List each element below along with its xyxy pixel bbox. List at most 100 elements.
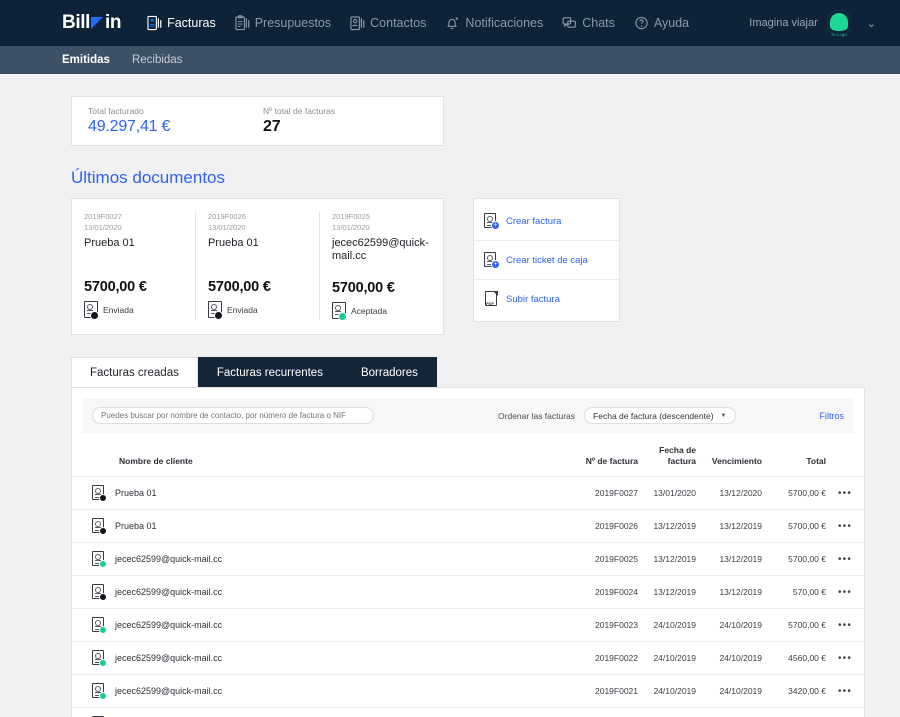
action-subir-factura[interactable]: PDF Subir factura <box>474 280 619 318</box>
filters-button[interactable]: Filtros <box>820 411 845 421</box>
subnav-item-recibidas[interactable]: Recibidas <box>132 54 183 66</box>
row-menu-button[interactable]: ••• <box>826 675 864 708</box>
document-status: Enviada <box>84 301 183 319</box>
cell-total: 3420,00 € <box>762 675 826 708</box>
row-menu-button[interactable]: ••• <box>826 642 864 675</box>
subnav-item-emitidas[interactable]: Emitidas <box>62 54 110 66</box>
avatar-drop-shape <box>827 10 851 34</box>
action-crear-ticket-de-caja[interactable]: + Crear ticket de caja <box>474 241 619 280</box>
chevron-down-icon[interactable]: ⌄ <box>867 17 876 30</box>
cell-total: 5700,00 € <box>762 543 826 576</box>
contacts-icon <box>350 15 365 31</box>
table-row[interactable]: Prueba 012019F002713/01/202013/12/202057… <box>72 477 864 510</box>
upload-pdf-icon: PDF <box>484 291 499 307</box>
client-name: jecec62599@quick-mail.cc <box>115 653 222 663</box>
nav-label-contactos: Contactos <box>370 16 426 30</box>
help-icon <box>634 15 649 31</box>
tab-borradores[interactable]: Borradores <box>342 357 437 387</box>
row-menu-button[interactable]: ••• <box>826 609 864 642</box>
nav-item-ayuda[interactable]: Ayuda <box>634 15 689 31</box>
cell-invoice-date: 24/10/2019 <box>638 675 696 708</box>
document-card[interactable]: 2019F0027 13/01/2020 Prueba 01 5700,00 €… <box>72 211 196 320</box>
quick-actions-panel: + Crear factura + Crear ticket de caja P… <box>473 198 620 322</box>
document-date: 13/01/2020 <box>84 222 183 233</box>
row-menu-button[interactable]: ••• <box>826 708 864 717</box>
cell-invoice-number: 2019F0022 <box>580 642 638 675</box>
logo-arrow-icon <box>91 16 104 30</box>
client-name: jecec62599@quick-mail.cc <box>115 587 222 597</box>
document-date: 13/01/2020 <box>208 222 307 233</box>
sort-select[interactable]: Fecha de factura (descendente) ▼ <box>584 407 735 424</box>
action-crear-factura[interactable]: + Crear factura <box>474 202 619 241</box>
table-row[interactable]: jecec62599@quick-mail.cc2019F002024/10/2… <box>72 708 864 717</box>
table-row[interactable]: jecec62599@quick-mail.cc2019F002513/12/2… <box>72 543 864 576</box>
action-label-subir-factura: Subir factura <box>506 294 560 305</box>
section-title-ultimos-documentos: Últimos documentos <box>71 168 900 188</box>
bell-icon <box>445 15 460 31</box>
cell-total: 5700,00 € <box>762 477 826 510</box>
nav-item-contactos[interactable]: Contactos <box>350 15 426 31</box>
cell-total: 570,00 € <box>762 576 826 609</box>
tab-facturas-recurrentes[interactable]: Facturas recurrentes <box>198 357 342 387</box>
nav-item-presupuestos[interactable]: Presupuestos <box>235 15 331 31</box>
table-row[interactable]: jecec62599@quick-mail.cc2019F002413/12/2… <box>72 576 864 609</box>
sub-navigation-bar: Emitidas Recibidas <box>0 46 900 74</box>
col-vencimiento: Vencimiento <box>696 433 762 477</box>
cell-due-date: 24/10/2019 <box>696 609 762 642</box>
primary-nav-items: Facturas Presupuestos Contactos <box>147 15 689 31</box>
status-document-icon <box>332 302 346 320</box>
nav-item-chats[interactable]: Chats <box>562 15 615 31</box>
invoice-table-panel: Ordenar las facturas Fecha de factura (d… <box>71 387 865 717</box>
nav-item-facturas[interactable]: Facturas <box>147 15 216 31</box>
cell-due-date: 13/12/2019 <box>696 510 762 543</box>
document-status: Aceptada <box>332 302 431 320</box>
document-card[interactable]: 2019F0025 13/01/2020 jecec62599@quick-ma… <box>320 211 443 320</box>
cell-invoice-date: 13/12/2019 <box>638 510 696 543</box>
cell-client: Prueba 01 <box>72 510 580 543</box>
sort-select-value: Fecha de factura (descendente) <box>593 411 714 421</box>
status-document-icon <box>92 650 106 666</box>
stat-value-total-facturado: 49.297,41 € <box>88 118 263 136</box>
nav-item-notificaciones[interactable]: Notificaciones <box>445 15 543 31</box>
create-receipt-icon: + <box>484 252 499 268</box>
create-invoice-icon: + <box>484 213 499 229</box>
cell-due-date: 24/10/2019 <box>696 675 762 708</box>
status-document-icon <box>92 485 106 501</box>
stat-label-numero-facturas: Nº total de facturas <box>263 106 438 116</box>
tab-facturas-creadas[interactable]: Facturas creadas <box>71 357 198 387</box>
status-document-icon <box>84 301 98 319</box>
stat-total-facturado: Total facturado 49.297,41 € <box>88 106 263 136</box>
cell-due-date: 24/10/2019 <box>696 708 762 717</box>
status-document-icon <box>92 683 106 699</box>
logo-text-left: Bill <box>62 12 90 34</box>
table-row[interactable]: jecec62599@quick-mail.cc2019F002224/10/2… <box>72 642 864 675</box>
row-menu-button[interactable]: ••• <box>826 576 864 609</box>
invoice-icon <box>147 15 162 31</box>
table-row[interactable]: jecec62599@quick-mail.cc2019F002324/10/2… <box>72 609 864 642</box>
row-menu-button[interactable]: ••• <box>826 510 864 543</box>
avatar-logo-text: Tu Logo <box>827 32 851 37</box>
avatar[interactable]: Tu Logo <box>827 10 851 36</box>
row-menu-button[interactable]: ••• <box>826 477 864 510</box>
row-menu-button[interactable]: ••• <box>826 543 864 576</box>
status-document-icon <box>92 551 106 567</box>
document-card[interactable]: 2019F0026 13/01/2020 Prueba 01 5700,00 €… <box>196 211 320 320</box>
cell-invoice-number: 2019F0020 <box>580 708 638 717</box>
cell-client: jecec62599@quick-mail.cc <box>72 609 580 642</box>
cell-invoice-number: 2019F0021 <box>580 675 638 708</box>
col-nombre-de-cliente: Nombre de cliente <box>72 433 580 477</box>
status-document-icon <box>208 301 222 319</box>
status-document-icon <box>92 518 106 534</box>
table-row[interactable]: Prueba 012019F002613/12/201913/12/201957… <box>72 510 864 543</box>
client-name: Prueba 01 <box>115 521 157 531</box>
table-row[interactable]: jecec62599@quick-mail.cc2019F002124/10/2… <box>72 675 864 708</box>
cell-client: jecec62599@quick-mail.cc <box>72 576 580 609</box>
client-name: Prueba 01 <box>115 488 157 498</box>
document-status-label: Enviada <box>103 305 134 315</box>
document-number: 2019F0027 <box>84 211 183 222</box>
status-document-icon <box>92 617 106 633</box>
search-input[interactable] <box>92 407 374 424</box>
stat-numero-facturas: Nº total de facturas 27 <box>263 106 438 136</box>
billin-logo[interactable]: Billin <box>62 12 121 34</box>
document-client: Prueba 01 <box>84 237 183 263</box>
